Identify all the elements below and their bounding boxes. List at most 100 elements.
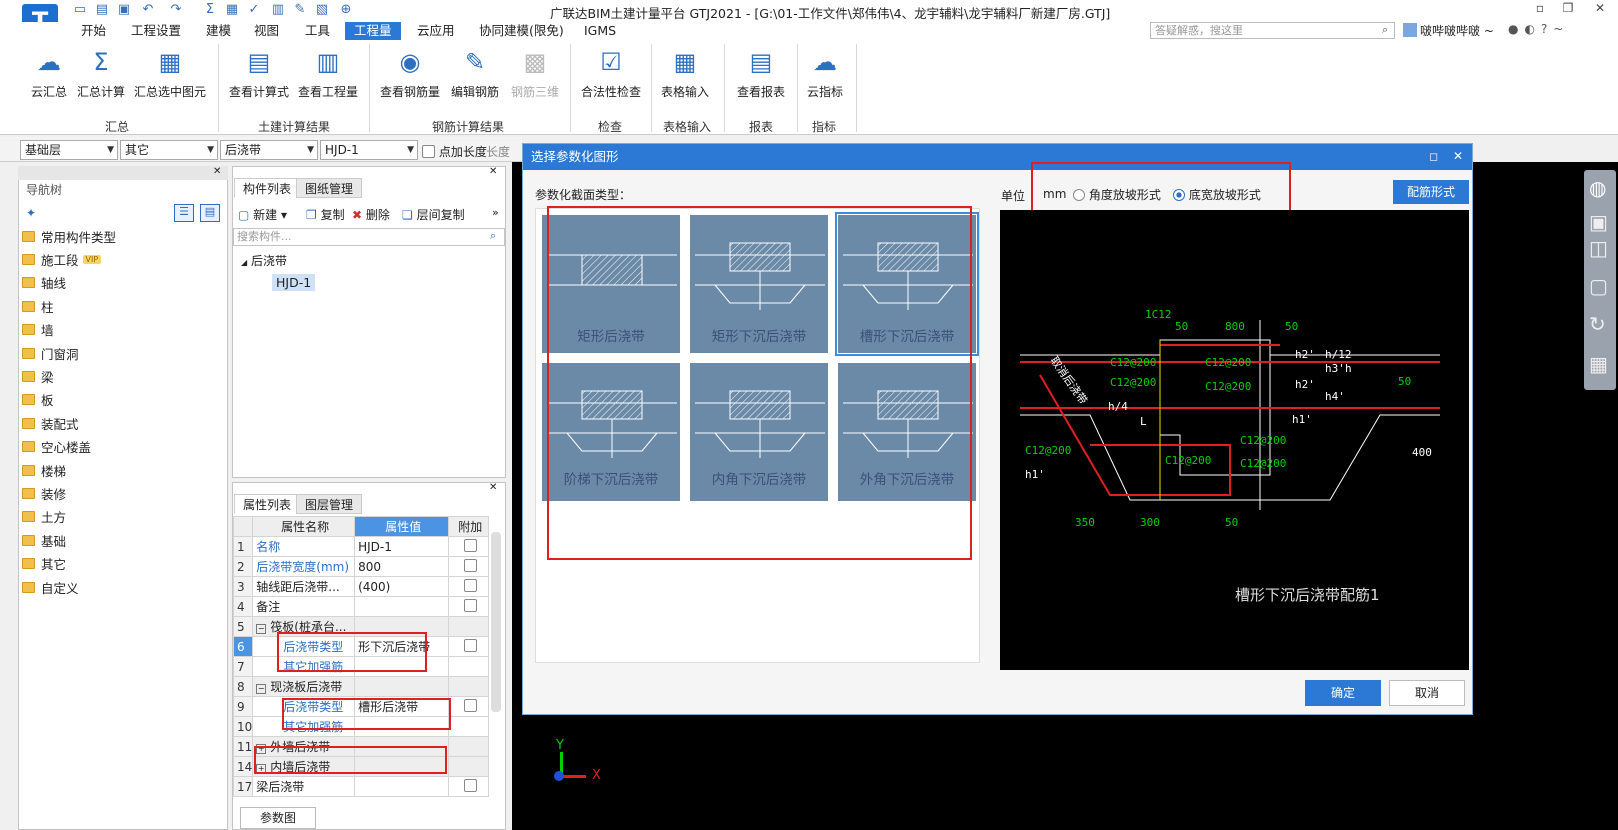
copy-button[interactable]: ❐ 复制 [306, 206, 345, 223]
floor-copy-button[interactable]: ❏ 层间复制 [402, 206, 465, 223]
menu-igms[interactable]: IGMS [575, 22, 625, 40]
checkbox[interactable] [463, 598, 477, 612]
user-name[interactable]: 啵哔啵哔啵 ~ [1403, 22, 1494, 39]
more-arrow-icon[interactable]: » [492, 206, 499, 219]
pin-icon[interactable]: ✦ [26, 206, 36, 220]
nav-item[interactable]: 柱 [22, 296, 54, 316]
nav-item[interactable]: 装配式 [22, 413, 79, 433]
prop-value[interactable]: HJD-1 [354, 536, 450, 557]
close-icon[interactable]: ✕ [213, 166, 221, 177]
menu-tools[interactable]: 工具 [296, 22, 339, 40]
component-search-input[interactable]: 搜索构件... [233, 228, 505, 246]
ok-button[interactable]: 确定 [1305, 680, 1381, 706]
nav-item[interactable]: 施工段 VIP [22, 249, 102, 269]
nav-item[interactable]: 轴线 [22, 273, 66, 293]
new-component-button[interactable]: ▢ 新建 ▾ [238, 206, 287, 223]
view-formula-button[interactable]: ▤ 查看计算式 [226, 45, 292, 105]
prop-value[interactable] [354, 676, 450, 697]
nav-item[interactable]: 常用构件类型 [22, 226, 116, 246]
close-icon[interactable]: ✕ [489, 482, 497, 493]
prop-value[interactable]: 800 [354, 556, 450, 577]
rotate-icon[interactable]: ↻ [1589, 312, 1606, 336]
help-search-input[interactable]: 答疑解惑，搜这里 [1150, 22, 1395, 39]
menu-start[interactable]: 开始 [72, 22, 115, 40]
table-row[interactable]: 2 后浇带宽度(mm) 800 [232, 556, 489, 577]
menu-view[interactable]: 视图 [245, 22, 288, 40]
menu-modeling[interactable]: 建模 [197, 22, 240, 40]
cloud-summary-button[interactable]: ☁ 云汇总 [28, 45, 70, 105]
table-row[interactable]: 8− 现浇板后浇带 [232, 676, 489, 697]
close-icon[interactable]: ✕ [489, 166, 497, 177]
view-quantity-button[interactable]: ▥ 查看工程量 [295, 45, 361, 105]
search-icon[interactable]: ⌕ [490, 229, 496, 243]
pen-icon[interactable]: ✎ [292, 2, 308, 18]
type-select[interactable]: 后浇带 ▼ [220, 140, 318, 160]
nav-item[interactable]: 楼梯 [22, 460, 66, 480]
table-row[interactable]: 17 梁后浇带 [232, 776, 489, 797]
restore-icon[interactable]: ▫ [1530, 1, 1550, 15]
globe-icon[interactable]: ◍ [1589, 176, 1606, 200]
nav-item[interactable]: 墙 [22, 320, 54, 340]
checkbox[interactable] [463, 578, 477, 592]
search-icon[interactable]: ⌕ [1382, 23, 1388, 37]
tab-properties[interactable]: 属性列表 [234, 494, 301, 514]
calc-icon[interactable]: ▥ [270, 2, 286, 18]
legality-check-button[interactable]: ☑ 合法性检查 [578, 45, 644, 105]
header-icons[interactable]: ●◐?~ [1508, 22, 1569, 36]
nav-item[interactable]: 门窗洞 [22, 343, 79, 363]
table-row[interactable]: 4 备注 [232, 596, 489, 617]
tree-item-hjd1[interactable]: HJD-1 [272, 274, 316, 291]
tab-layer-manage[interactable]: 图层管理 [296, 494, 363, 514]
nav-item[interactable]: 板 [22, 390, 54, 410]
prop-value[interactable] [354, 596, 450, 617]
checkbox[interactable] [463, 638, 477, 652]
nav-item[interactable]: 装修 [22, 483, 66, 503]
cube-3d-icon[interactable]: ▣ [1589, 210, 1608, 234]
checkbox[interactable] [463, 558, 477, 572]
menu-project-settings[interactable]: 工程设置 [122, 22, 190, 40]
redo-icon[interactable]: ↷ [168, 2, 184, 18]
report-icon[interactable]: ▦ [224, 2, 240, 18]
view-report-button[interactable]: ▤ 查看报表 [733, 45, 789, 105]
checkbox[interactable] [422, 145, 435, 158]
param-diagram-button[interactable]: 参数图 [240, 807, 316, 829]
cube-top-icon[interactable]: ▢ [1589, 274, 1608, 298]
close-icon[interactable]: ✕ [1453, 149, 1463, 163]
maximize-icon[interactable]: ❐ [1558, 1, 1578, 15]
rebar-3d-button[interactable]: ▩ 钢筋三维 [507, 45, 563, 105]
scrollbar[interactable] [491, 532, 501, 712]
prop-value[interactable] [354, 776, 450, 797]
item-select[interactable]: HJD-1 ▼ [320, 140, 418, 160]
cube-view-icon[interactable]: ◫ [1589, 236, 1608, 260]
prop-value[interactable]: (400) [354, 576, 450, 597]
nav-item[interactable]: 其它 [22, 554, 66, 574]
checkbox[interactable] [463, 778, 477, 792]
nav-item[interactable]: 基础 [22, 530, 66, 550]
nav-item[interactable]: 土方 [22, 507, 66, 527]
tree-group-houjiaodai[interactable]: ◢ 后浇带 [241, 252, 287, 269]
nav-item[interactable]: 梁 [22, 366, 54, 386]
summary-selected-button[interactable]: ▦ 汇总选中图元 [130, 45, 210, 105]
table-row[interactable]: 3 轴线距后浇带... (400) [232, 576, 489, 597]
expand-icon[interactable]: − [256, 624, 267, 634]
menu-quantity[interactable]: 工程量 [345, 22, 401, 40]
cancel-button[interactable]: 取消 [1389, 680, 1465, 706]
summary-calc-button[interactable]: Σ 汇总计算 [75, 45, 127, 105]
edit-rebar-button[interactable]: ✎ 编辑钢筋 [447, 45, 503, 105]
close-icon[interactable]: ✕ [1590, 1, 1610, 15]
check-icon[interactable]: ✓ [246, 2, 262, 18]
tab-component-list[interactable]: 构件列表 [234, 178, 301, 198]
new-file-icon[interactable]: ▭ [72, 2, 88, 18]
maximize-icon[interactable]: ◻ [1429, 150, 1438, 163]
checkbox[interactable] [463, 698, 477, 712]
table-row[interactable]: 1 名称 HJD-1 [232, 536, 489, 557]
floor-select[interactable]: 基础层 ▼ [20, 140, 118, 160]
undo-icon[interactable]: ↶ [140, 2, 156, 18]
grid-icon[interactable]: ▦ [1589, 352, 1608, 376]
menu-cloud[interactable]: 云应用 [408, 22, 464, 40]
save-icon[interactable]: ▣ [116, 2, 132, 18]
category-select[interactable]: 其它 ▼ [120, 140, 218, 160]
nav-item[interactable]: 自定义 [22, 577, 79, 597]
add-length-checkbox[interactable]: 点加长度 [422, 143, 487, 160]
delete-button[interactable]: ✖ 删除 [352, 206, 390, 223]
